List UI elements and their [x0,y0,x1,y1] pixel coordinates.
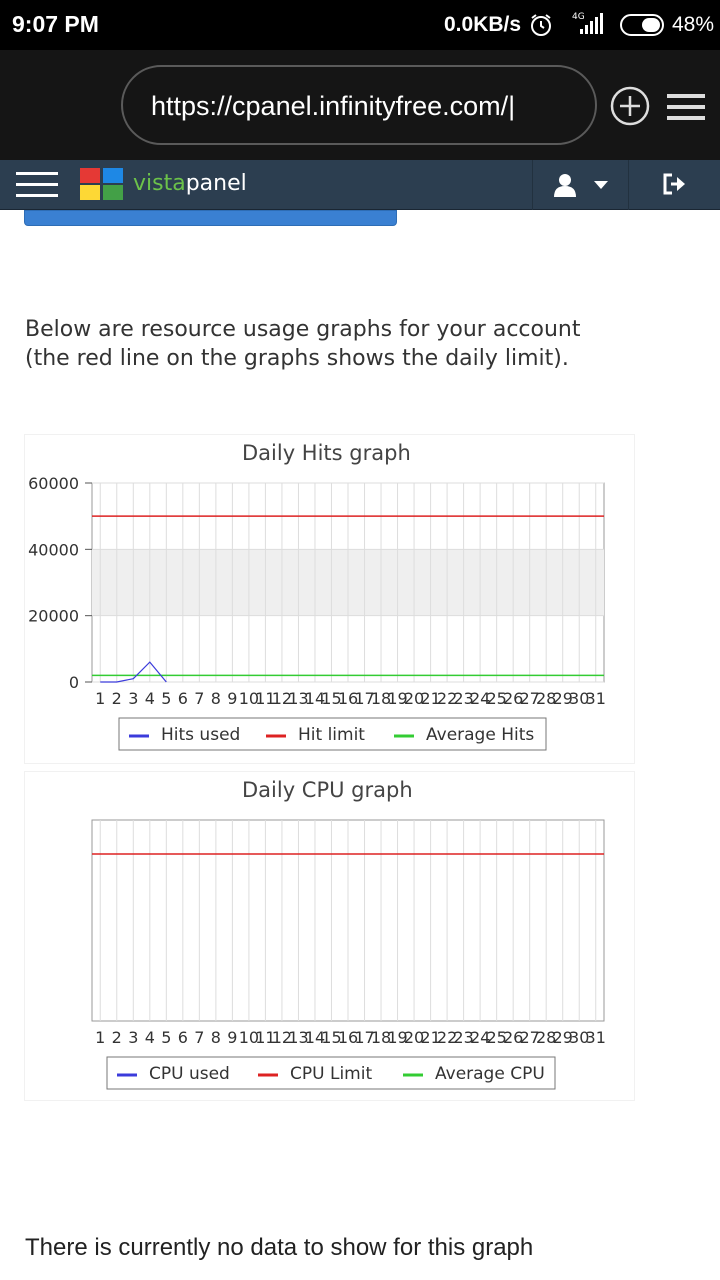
url-bar[interactable]: https://cpanel.infinityfree.com/| [121,65,597,145]
cpu-chart: 1 2 3 4 5 6 7 8 9 1011121314151617181920212223242… [91,819,606,1090]
legend-label: CPU Limit [290,1064,372,1084]
hamburger-icon[interactable] [667,94,705,120]
x-tick-label: 4 [145,1028,155,1047]
x-tick-label: 8 [211,1028,221,1047]
battery-percent: 48% [672,13,715,36]
y-tick-label: 40000 [28,540,79,559]
x-tick-label: 2 [112,1028,122,1047]
x-tick-label: 1 [95,689,105,708]
network-type: 4G [572,12,585,22]
x-tick-label: 31 [586,689,606,708]
user-menu-button[interactable] [532,160,629,210]
browser-toolbar: https://cpanel.infinityfree.com/| [0,50,720,160]
x-tick-label: 9 [227,689,237,708]
x-tick-label: 7 [194,689,204,708]
hits-chart: 02000040000600001 2 3 4 5 6 7 8 9 101112131415161… [28,474,606,751]
caret-down-icon [594,181,608,189]
user-icon [554,174,576,197]
legend-label: Average Hits [426,725,534,745]
x-tick-label: 31 [586,1028,606,1047]
x-tick-label: 9 [227,1028,237,1047]
brand-vista: vista [133,171,186,196]
hits-graph-panel: Daily Hits graph 0 20000 40000 60000 1 2 3 4 5 6 7… [24,434,635,764]
vistapanel-navbar: vistapanel [0,160,720,210]
x-tick-label: 6 [178,689,188,708]
y-tick-label: 60000 [28,474,79,493]
url-text[interactable]: https://cpanel.infinityfree.com/| [151,91,515,122]
cpu-graph-panel: Daily CPU graph 1 2 3 4 5 6 7 8 9 10 11 12 13 14 15 16 1… [24,771,635,1101]
x-tick-label: 3 [128,689,138,708]
x-tick-label: 4 [145,689,155,708]
legend-label: Average CPU [435,1064,545,1084]
legend-label: Hit limit [298,725,365,745]
battery-icon [620,14,664,36]
vistapanel-logo-icon [80,168,123,200]
plus-circle-icon[interactable] [610,86,650,126]
network-speed: 0.0KB/s [444,13,522,36]
status-time: 9:07 PM [12,11,99,37]
logout-button[interactable] [629,160,720,210]
legend-label: CPU used [149,1064,230,1084]
intro-text: Below are resource usage graphs for your… [25,317,581,371]
no-data-message: There is currently no data to show for t… [25,1234,534,1261]
brand-panel: panel [185,171,247,196]
hamburger-icon[interactable] [16,171,58,199]
x-tick-label: 1 [95,1028,105,1047]
x-tick-label: 5 [161,1028,171,1047]
action-button[interactable] [24,210,397,226]
x-tick-label: 6 [178,1028,188,1047]
y-tick-label: 20000 [28,607,79,626]
status-bar: 9:07 PM 0.0KB/s 4G 48% [0,0,720,50]
legend-label: Hits used [161,725,240,745]
signal-icon: 4G [572,12,603,34]
x-tick-label: 7 [194,1028,204,1047]
logout-icon [663,173,685,195]
x-tick-label: 8 [211,689,221,708]
x-tick-label: 5 [161,689,171,708]
alarm-icon [531,14,551,36]
vistapanel-brand[interactable]: vistapanel [133,171,247,196]
x-tick-label: 2 [112,689,122,708]
y-tick-label: 0 [69,673,79,692]
x-tick-label: 3 [128,1028,138,1047]
